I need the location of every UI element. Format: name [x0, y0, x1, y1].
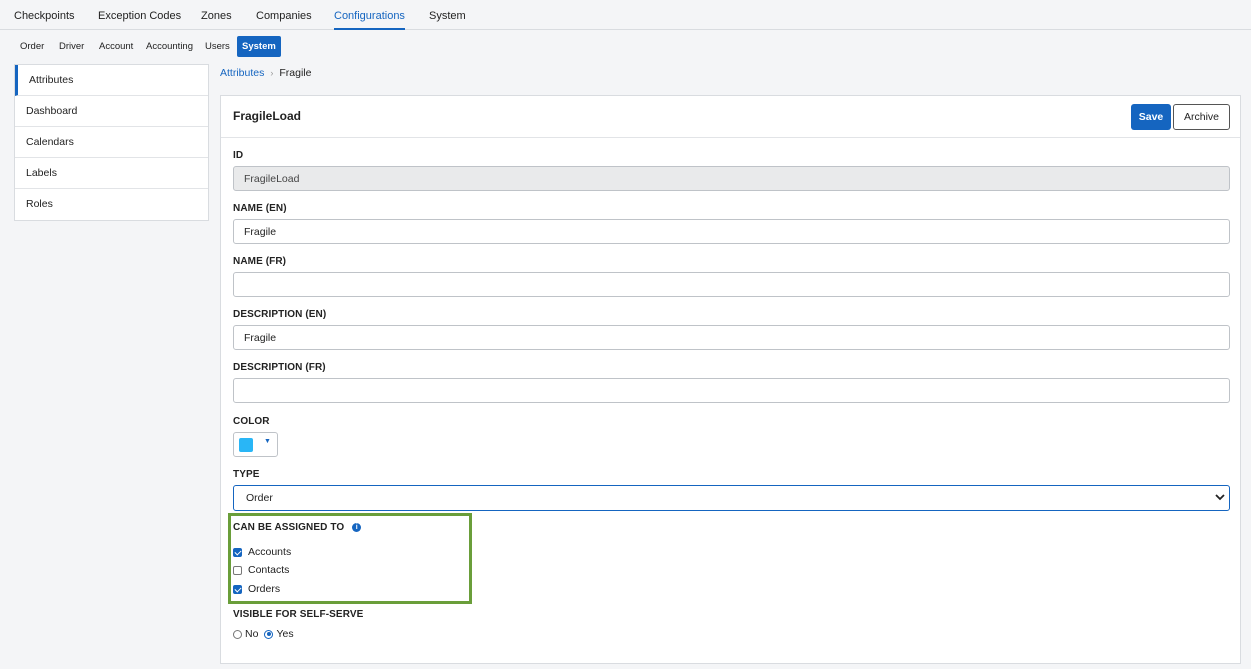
archive-button[interactable]: Archive [1173, 104, 1230, 130]
description-fr-label: DESCRIPTION (FR) [233, 362, 326, 373]
sidebar-item-roles[interactable]: Roles [15, 189, 208, 220]
description-en-input[interactable] [233, 325, 1230, 350]
type-label: TYPE [233, 469, 260, 480]
description-fr-input[interactable] [233, 378, 1230, 403]
type-select-value: Order [246, 492, 273, 504]
orders-checkbox-label: Orders [248, 583, 281, 595]
sidebar-item-dashboard[interactable]: Dashboard [15, 96, 208, 127]
color-picker[interactable]: ▼ [233, 432, 278, 457]
attribute-edit-panel: FragileLoad Save Archive ID NAME (EN) NA… [220, 95, 1241, 664]
id-label: ID [233, 150, 244, 161]
tab-exception-codes[interactable]: Exception Codes [98, 0, 181, 30]
info-icon[interactable]: i [352, 522, 362, 532]
self-serve-yes-label: Yes [276, 628, 294, 640]
contacts-checkbox-label: Contacts [248, 564, 290, 576]
self-serve-label: VISIBLE FOR SELF-SERVE [233, 609, 364, 620]
panel-header: FragileLoad Save Archive [221, 96, 1240, 138]
subtab-driver[interactable]: Driver [59, 36, 84, 57]
assign-option-accounts[interactable]: Accounts [233, 546, 291, 558]
subtab-account[interactable]: Account [99, 36, 133, 57]
self-serve-radio-group: No Yes [233, 628, 294, 640]
caret-down-icon: ▼ [264, 438, 271, 445]
tab-checkpoints[interactable]: Checkpoints [14, 0, 75, 30]
assignable-label: CAN BE ASSIGNED TO [233, 522, 345, 533]
id-field [233, 166, 1230, 191]
self-serve-no-label: No [245, 628, 259, 640]
tab-companies[interactable]: Companies [256, 0, 312, 30]
sidebar-item-calendars[interactable]: Calendars [15, 127, 208, 158]
color-label: COLOR [233, 416, 270, 427]
subtab-system[interactable]: System [237, 36, 281, 57]
accounts-checkbox[interactable] [233, 547, 242, 557]
sidebar: Attributes Dashboard Calendars Labels Ro… [14, 64, 209, 221]
breadcrumb: Attributes › Fragile [220, 67, 311, 79]
accounts-checkbox-label: Accounts [248, 546, 292, 558]
name-fr-label: NAME (FR) [233, 256, 287, 267]
subtab-order[interactable]: Order [20, 36, 44, 57]
orders-checkbox[interactable] [233, 584, 242, 594]
assign-option-orders[interactable]: Orders [233, 583, 280, 595]
name-en-input[interactable] [233, 219, 1230, 244]
self-serve-no-radio[interactable] [233, 629, 242, 639]
chevron-down-icon [1215, 494, 1225, 501]
breadcrumb-attributes-link[interactable]: Attributes [220, 67, 264, 79]
assignable-label-row: CAN BE ASSIGNED TO i [233, 522, 362, 533]
name-fr-input[interactable] [233, 272, 1230, 297]
sidebar-item-labels[interactable]: Labels [15, 158, 208, 189]
subtab-users[interactable]: Users [205, 36, 230, 57]
tab-zones[interactable]: Zones [201, 0, 232, 30]
self-serve-yes-radio[interactable] [264, 629, 274, 639]
top-nav: Checkpoints Exception Codes Zones Compan… [0, 0, 1251, 30]
name-en-label: NAME (EN) [233, 203, 287, 214]
save-button[interactable]: Save [1131, 104, 1171, 130]
tab-configurations[interactable]: Configurations [334, 0, 405, 30]
color-swatch [239, 438, 253, 452]
contacts-checkbox[interactable] [233, 565, 242, 575]
panel-title: FragileLoad [233, 109, 302, 123]
assign-option-contacts[interactable]: Contacts [233, 564, 289, 576]
sidebar-item-attributes[interactable]: Attributes [15, 65, 208, 96]
type-select[interactable]: Order [233, 485, 1230, 511]
tab-system[interactable]: System [429, 0, 466, 30]
breadcrumb-separator: › [270, 68, 274, 78]
breadcrumb-current: Fragile [279, 67, 312, 79]
description-en-label: DESCRIPTION (EN) [233, 309, 327, 320]
subtab-accounting[interactable]: Accounting [146, 36, 193, 57]
